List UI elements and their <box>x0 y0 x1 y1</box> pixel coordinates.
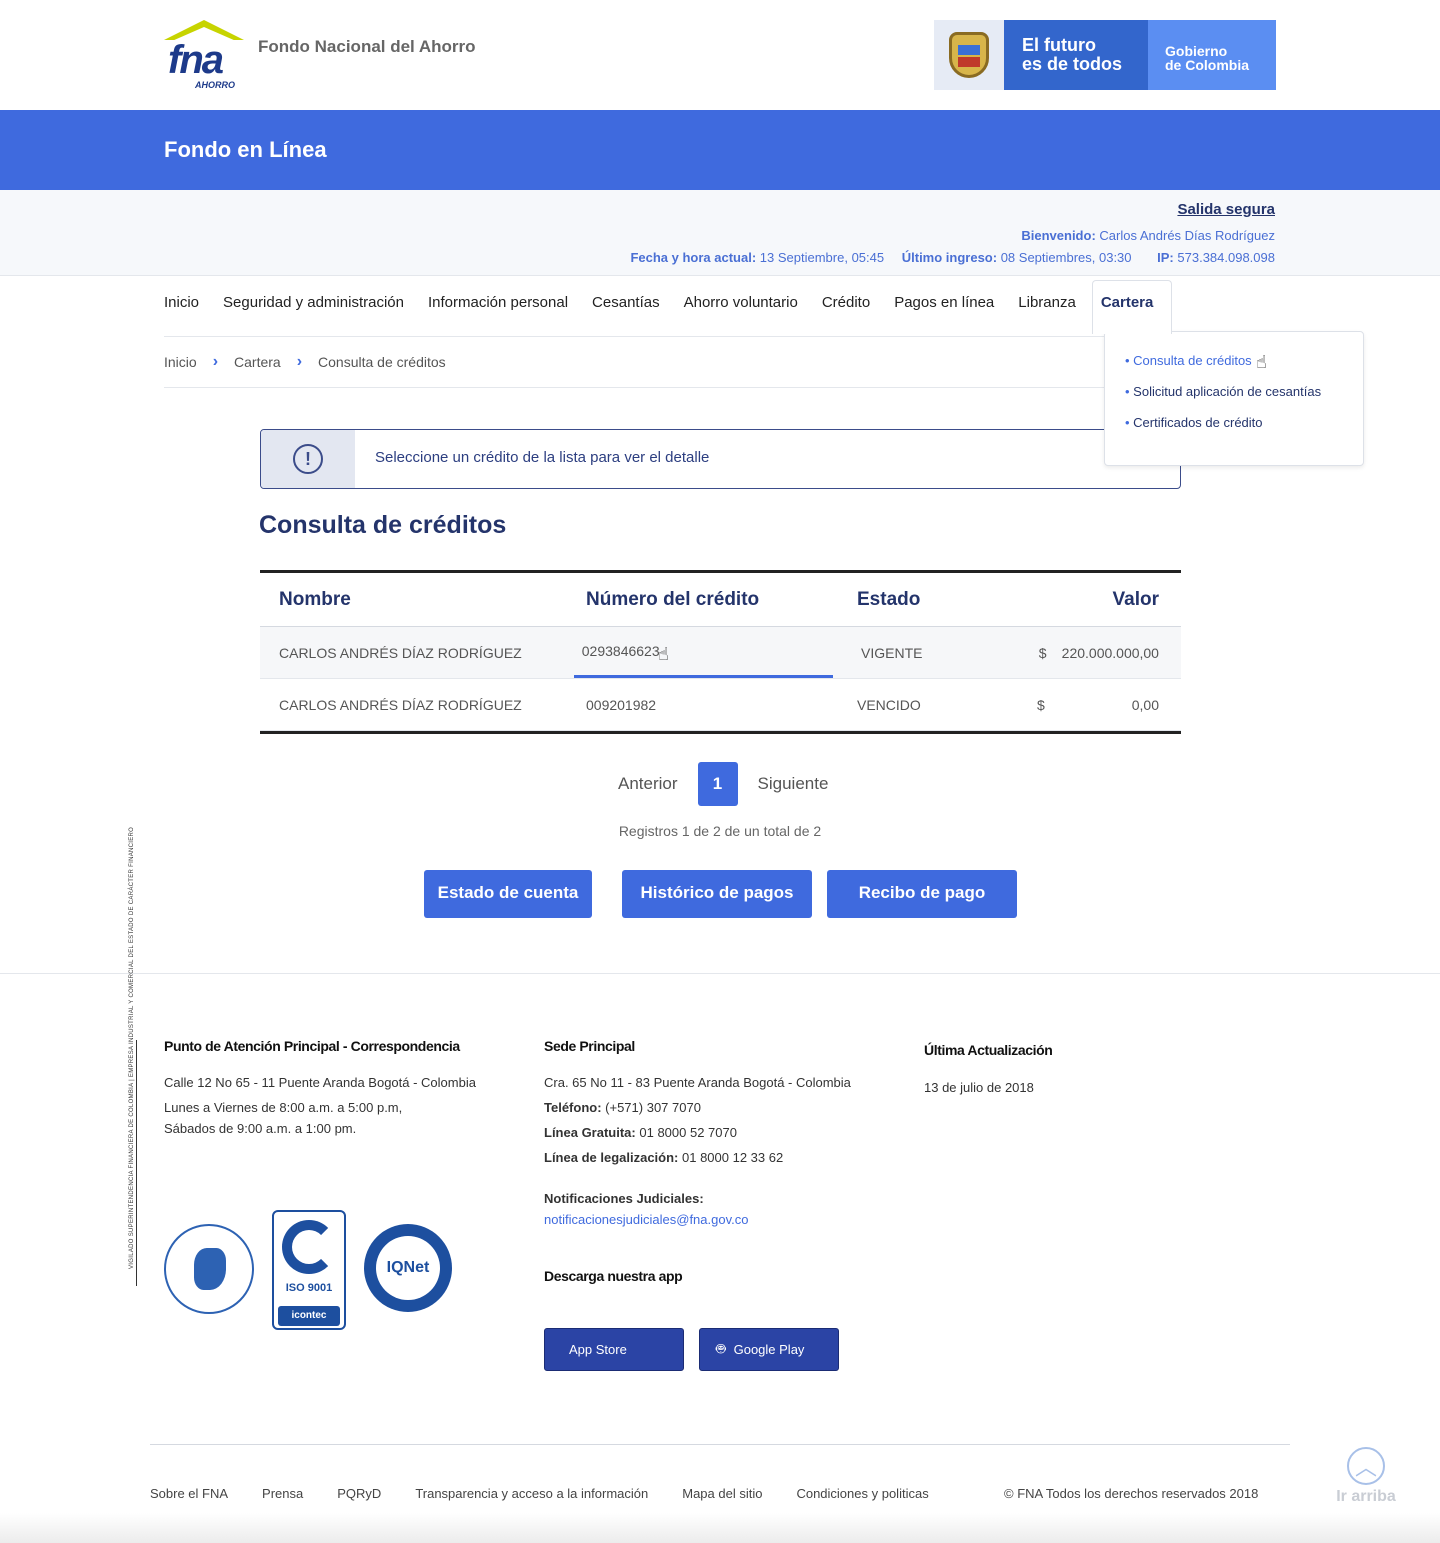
site-header: fna AHORRO Fondo Nacional del Ahorro El … <box>0 0 1440 110</box>
nav-item-inicio[interactable]: Inicio <box>164 280 211 330</box>
exclamation-icon: ! <box>293 444 323 474</box>
historico-de-pagos-button[interactable]: Histórico de pagos <box>622 870 812 918</box>
footer-update: Última Actualización 13 de julio de 2018 <box>924 1042 1053 1095</box>
table-row[interactable]: CARLOS ANDRÉS DÍAZ RODRÍGUEZ 009201982 V… <box>260 679 1181 731</box>
alert-message: Seleccione un crédito de la lista para v… <box>375 449 710 466</box>
cell-estado: VIGENTE <box>861 644 923 661</box>
hand-cursor-icon: ☝ <box>658 644 669 664</box>
nav-item-informacion-personal[interactable]: Información personal <box>416 280 580 330</box>
breadcrumb-inicio[interactable]: Inicio <box>164 354 197 370</box>
estado-de-cuenta-button[interactable]: Estado de cuenta <box>424 870 592 918</box>
dropdown-item-solicitud[interactable]: Solicitud aplicación de cesantías <box>1125 384 1363 415</box>
nav-item-cesantias[interactable]: Cesantías <box>580 280 672 330</box>
app-store-button[interactable]: App Store <box>544 1328 684 1371</box>
footer-link-condiciones[interactable]: Condiciones y politicas <box>796 1486 928 1501</box>
main-nav: Inicio Seguridad y administración Inform… <box>164 280 1173 334</box>
info-alert: ! Seleccione un crédito de la lista para… <box>260 429 1181 489</box>
app-title: Fondo en Línea <box>164 137 327 162</box>
breadcrumb-current: Consulta de créditos <box>318 354 446 370</box>
footer-link-sobre[interactable]: Sobre el FNA <box>150 1486 228 1501</box>
hand-cursor-icon: ☝ <box>1256 352 1267 372</box>
footer-links: Sobre el FNA Prensa PQRyD Transparencia … <box>150 1486 963 1501</box>
credits-table: Nombre Número del crédito Estado Valor C… <box>260 570 1181 734</box>
footer-link-pqryd[interactable]: PQRyD <box>337 1486 381 1501</box>
footer-link-prensa[interactable]: Prensa <box>262 1486 303 1501</box>
prev-page-button[interactable]: Anterior <box>618 774 678 794</box>
gov-banner[interactable]: El futuro es de todos Gobierno de Colomb… <box>934 20 1276 90</box>
copyright: © FNA Todos los derechos reservados 2018 <box>1004 1486 1259 1501</box>
footer-headquarters: Sede Principal Cra. 65 No 11 - 83 Puente… <box>544 1038 851 1284</box>
back-to-top-button[interactable]: ︿ Ir arriba <box>1330 1447 1402 1506</box>
nav-item-pagos-en-linea[interactable]: Pagos en línea <box>882 280 1006 330</box>
quality-seal-icon <box>164 1224 254 1314</box>
nav-item-seguridad[interactable]: Seguridad y administración <box>211 280 416 330</box>
gov-name: Gobierno de Colombia <box>1148 20 1276 90</box>
cartera-dropdown: Consulta de créditos Solicitud aplicació… <box>1104 331 1364 466</box>
logout-link[interactable]: Salida segura <box>1177 201 1275 218</box>
session-meta: Fecha y hora actual: 13 Septiembre, 05:4… <box>630 250 1275 265</box>
page-title: Consulta de créditos <box>259 511 507 539</box>
footer-link-mapa[interactable]: Mapa del sitio <box>682 1486 762 1501</box>
icontec-logo: ISO 9001 icontec <box>272 1210 346 1330</box>
recibo-de-pago-button[interactable]: Recibo de pago <box>827 870 1017 918</box>
nav-item-credito[interactable]: Crédito <box>810 280 882 330</box>
user-bar: Salida segura Bienvenido: Carlos Andrés … <box>0 190 1440 276</box>
footer-bottom-divider <box>150 1444 1290 1445</box>
android-icon: 🤖︎ <box>716 1340 726 1358</box>
cell-valor: $220.000.000,00 <box>1038 644 1159 661</box>
next-page-button[interactable]: Siguiente <box>758 774 829 794</box>
nav-item-cartera[interactable]: Cartera <box>1091 280 1173 334</box>
coat-of-arms-icon <box>934 20 1004 90</box>
nav-item-libranza[interactable]: Libranza <box>1006 280 1088 330</box>
table-header: Nombre Número del crédito Estado Valor <box>260 573 1181 627</box>
chevron-right-icon: › <box>296 353 303 370</box>
cell-estado: VENCIDO <box>857 696 921 713</box>
cell-numero-link[interactable]: 009201982 <box>566 679 837 730</box>
breadcrumb: Inicio › Cartera › Consulta de créditos <box>164 353 446 371</box>
gov-slogan: El futuro es de todos <box>1004 20 1148 90</box>
table-row[interactable]: CARLOS ANDRÉS DÍAZ RODRÍGUEZ 0293846623 … <box>260 627 1181 679</box>
brand-name: Fondo Nacional del Ahorro <box>258 37 476 56</box>
cell-valor: $0,00 <box>1037 696 1159 713</box>
cell-nombre: CARLOS ANDRÉS DÍAZ RODRÍGUEZ <box>279 644 522 661</box>
notifications-email-link[interactable]: notificacionesjudiciales@fna.gov.co <box>544 1212 748 1227</box>
copyright-icon: © <box>1004 1486 1014 1501</box>
nav-item-ahorro-voluntario[interactable]: Ahorro voluntario <box>672 280 810 330</box>
pagination: Anterior 1 Siguiente <box>618 762 828 806</box>
page-number-button[interactable]: 1 <box>697 762 738 806</box>
welcome-text: Bienvenido: Carlos Andrés Días Rodríguez <box>1021 228 1275 243</box>
cell-nombre: CARLOS ANDRÉS DÍAZ RODRÍGUEZ <box>279 696 522 713</box>
breadcrumb-cartera[interactable]: Cartera <box>234 354 281 370</box>
dropdown-item-certificados[interactable]: Certificados de crédito <box>1125 415 1363 446</box>
footer-divider <box>0 973 1440 974</box>
google-play-button[interactable]: 🤖︎ Google Play <box>699 1328 839 1371</box>
footer-contact: Punto de Atención Principal - Correspond… <box>164 1038 476 1136</box>
chevron-up-icon: ︿ <box>1347 1447 1385 1485</box>
dropdown-item-consulta[interactable]: Consulta de créditos <box>1125 353 1363 384</box>
vigilado-stamp: VIGILADO SUPERINTENDENCIA FINANCIERA DE … <box>118 827 144 1286</box>
cell-numero-link[interactable]: 0293846623 <box>573 627 833 678</box>
fna-logo[interactable]: fna AHORRO <box>162 18 244 92</box>
app-title-bar: Fondo en Línea <box>0 110 1440 190</box>
chevron-right-icon: › <box>212 353 219 370</box>
footer-link-transparencia[interactable]: Transparencia y acceso a la información <box>415 1486 648 1501</box>
records-summary: Registros 1 de 2 de un total de 2 <box>618 823 822 839</box>
iqnet-logo: IQNet <box>364 1224 452 1312</box>
